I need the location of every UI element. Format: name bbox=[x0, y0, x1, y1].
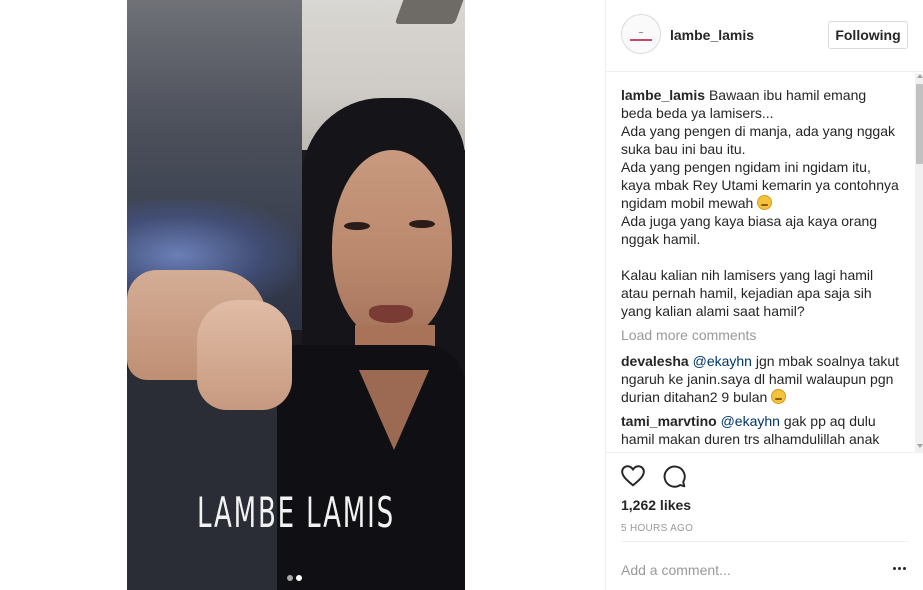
post-details-panel: ~ lambe_lamis Following lambe_lamis Bawa… bbox=[605, 0, 923, 590]
post-actions: 1,262 likes 5 HOURS AGO bbox=[606, 452, 923, 590]
post-header: ~ lambe_lamis Following bbox=[606, 0, 923, 72]
carousel-dot-2-active[interactable] bbox=[296, 575, 302, 581]
caption-username[interactable]: lambe_lamis bbox=[621, 87, 705, 103]
instagram-post-modal: LAMBE LAMIS ~ lambe_lamis Following lamb… bbox=[0, 0, 923, 590]
post-username[interactable]: lambe_lamis bbox=[670, 27, 754, 43]
post-video[interactable]: LAMBE LAMIS bbox=[127, 0, 465, 590]
video-watermark: LAMBE LAMIS bbox=[196, 488, 396, 537]
comment-username[interactable]: devalesha bbox=[621, 353, 689, 369]
comment-item: tami_marvtino @ekayhn gak pp aq dulu ham… bbox=[621, 412, 901, 448]
add-comment-input[interactable] bbox=[621, 561, 871, 579]
post-caption: lambe_lamis Bawaan ibu hamil emang beda … bbox=[621, 86, 901, 320]
comments-list[interactable]: lambe_lamis Bawaan ibu hamil emang beda … bbox=[621, 86, 901, 450]
comment-username[interactable]: tami_marvtino bbox=[621, 413, 717, 429]
carousel-dot-1[interactable] bbox=[287, 575, 293, 581]
scroll-up-arrow-icon[interactable] bbox=[917, 74, 923, 78]
following-button[interactable]: Following bbox=[828, 21, 908, 49]
load-more-comments-link[interactable]: Load more comments bbox=[621, 326, 901, 344]
caption-text-continued: Ada juga yang kaya biasa aja kaya orang … bbox=[621, 213, 878, 319]
grinning-emoji-icon bbox=[771, 389, 787, 404]
comments-scrollbar[interactable] bbox=[915, 74, 923, 452]
grinning-emoji-icon bbox=[757, 195, 773, 210]
scrollbar-thumb[interactable] bbox=[916, 84, 923, 164]
more-options-icon[interactable] bbox=[892, 561, 908, 577]
comment-item: devalesha @ekayhn jgn mbak soalnya takut… bbox=[621, 352, 901, 406]
avatar[interactable]: ~ bbox=[621, 14, 661, 54]
comment-mention[interactable]: @ekayhn bbox=[721, 413, 780, 429]
scroll-down-arrow-icon[interactable] bbox=[917, 444, 923, 448]
comment-mention[interactable]: @ekayhn bbox=[693, 353, 752, 369]
carousel-indicator bbox=[286, 575, 310, 581]
caption-text: Bawaan ibu hamil emang beda beda ya lami… bbox=[621, 87, 899, 211]
media-area: LAMBE LAMIS bbox=[0, 0, 605, 590]
post-timestamp[interactable]: 5 HOURS AGO bbox=[621, 523, 693, 534]
comment-bubble-icon[interactable] bbox=[661, 463, 687, 489]
likes-count[interactable]: 1,262 likes bbox=[621, 497, 691, 513]
heart-icon[interactable] bbox=[620, 463, 646, 489]
